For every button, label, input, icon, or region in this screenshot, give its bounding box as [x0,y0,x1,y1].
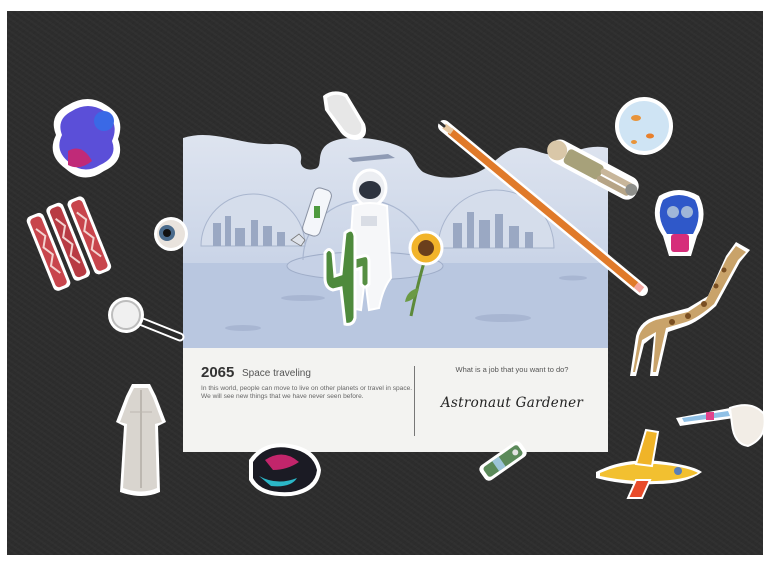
glove-sticker[interactable] [319,88,371,142]
bacon-sticker[interactable] [24,196,112,291]
year-label: 2065 [201,364,235,381]
magnifying-glass-sticker[interactable] [106,295,186,343]
dress-sticker[interactable] [112,382,170,502]
scenario-description: In this world, people can move to live o… [201,385,413,400]
abstract-blob-sticker[interactable] [243,440,323,498]
job-answer-input[interactable]: Astronaut Gardener [416,395,608,411]
scenario-title: Space traveling [242,368,311,379]
scenario-info: 2065 Space traveling In this world, peop… [183,348,415,452]
battery-toy-sticker[interactable] [470,436,536,486]
pencil-sticker[interactable] [436,118,656,304]
eyeball-sticker[interactable] [152,216,190,252]
stage: { "card": { "year": "2065", "title": "Sp… [0,0,767,565]
toy-plane-sticker[interactable] [586,422,706,500]
paint-splash-sticker[interactable] [48,95,128,183]
card-divider [414,366,415,436]
job-question: What is a job that you want to do? [455,365,569,374]
